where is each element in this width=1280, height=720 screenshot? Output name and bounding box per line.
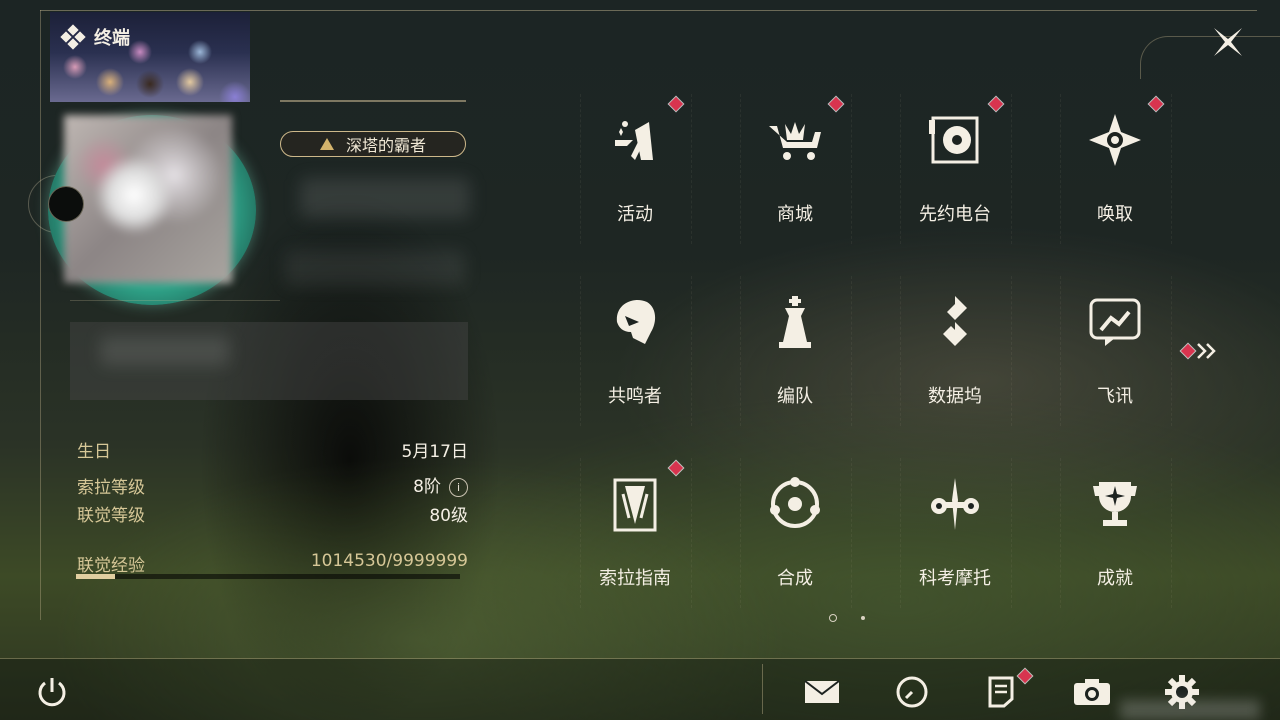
menu-item-radio[interactable]: 先约电台: [900, 94, 1012, 244]
player-uid-blurred: [285, 250, 465, 286]
menu-item-achievement[interactable]: 成就: [1060, 458, 1172, 608]
achievement-icon: [1085, 474, 1145, 534]
close-button[interactable]: [1208, 22, 1248, 62]
menu-item-message[interactable]: 飞讯: [1060, 276, 1172, 426]
menu-item-activity[interactable]: 活动: [580, 94, 692, 244]
signature-blurred: [100, 336, 230, 366]
page-indicator-1[interactable]: [829, 614, 837, 622]
clock-icon: [896, 676, 928, 708]
terminal-icon: [60, 24, 86, 50]
menu-item-motorbike[interactable]: 科考摩托: [900, 458, 1012, 608]
mail-icon: [804, 680, 840, 703]
birthday-value: 5月17日: [401, 442, 468, 462]
level-value: 80级: [429, 506, 468, 526]
player-name-blurred: [300, 178, 470, 218]
motorbike-icon: [925, 474, 985, 534]
frame-left-line: [40, 10, 41, 620]
close-icon: [1214, 28, 1242, 56]
shop-icon: [765, 110, 825, 170]
exp-value: 1014530/9999999: [310, 551, 468, 571]
menu-item-label: 商城: [777, 204, 813, 225]
rank-value: 8阶: [413, 477, 441, 497]
bottom-bar-separator: [762, 664, 763, 714]
menu-item-label: 科考摩托: [919, 568, 991, 589]
menu-item-resonator[interactable]: 共鸣者: [580, 276, 692, 426]
menu-item-label: 先约电台: [919, 204, 991, 225]
message-icon: [1085, 292, 1145, 352]
menu-item-synthesis[interactable]: 合成: [740, 458, 852, 608]
rank-row: 8阶 i: [300, 472, 468, 497]
menu-item-label: 飞讯: [1097, 386, 1133, 407]
events-button[interactable]: [892, 672, 932, 712]
menu-item-label: 成就: [1097, 568, 1133, 589]
next-page-badge: [1180, 343, 1196, 359]
convene-icon: [1085, 110, 1145, 170]
avatar-switch-button[interactable]: [48, 186, 84, 222]
next-page-button[interactable]: [1180, 338, 1220, 364]
camera-icon: [1074, 679, 1110, 705]
birthday-label: 生日: [77, 442, 111, 462]
menu-item-databank[interactable]: 数据坞: [900, 276, 1012, 426]
warning-triangle-icon: [319, 138, 334, 150]
menu-item-label: 唤取: [1097, 204, 1133, 225]
exp-progress-bar: [76, 574, 460, 579]
page-indicator-2[interactable]: [861, 616, 865, 620]
title-badge-text: 深塔的霸者: [345, 136, 426, 155]
databank-icon: [925, 292, 985, 352]
menu-item-label: 数据坞: [928, 386, 982, 407]
notice-button[interactable]: [982, 668, 1033, 712]
radio-icon: [925, 110, 985, 170]
frame-top-line: [40, 10, 1257, 11]
resonator-icon: [605, 292, 665, 352]
notice-icon: [988, 676, 1014, 708]
exp-progress-fill: [76, 574, 115, 579]
avatar[interactable]: [64, 115, 232, 283]
double-chevron-right-icon: [1197, 343, 1216, 359]
menu-item-label: 编队: [777, 386, 813, 407]
menu-item-label: 合成: [777, 568, 813, 589]
exp-label: 联觉经验: [77, 556, 145, 576]
guidebook-icon: [605, 474, 665, 534]
watermark-blur: [1120, 700, 1260, 720]
terminal-title-text: 终端: [94, 28, 130, 49]
name-divider: [280, 100, 466, 102]
menu-item-shop[interactable]: 商城: [740, 94, 852, 244]
menu-item-convene[interactable]: 唤取: [1060, 94, 1172, 244]
bottom-divider: [0, 658, 1280, 659]
power-icon: [38, 678, 66, 707]
mail-button[interactable]: [802, 672, 842, 712]
menu-item-label: 活动: [617, 204, 653, 225]
level-label: 联觉等级: [77, 506, 145, 526]
menu-item-guidebook[interactable]: 索拉指南: [580, 458, 692, 608]
synthesis-icon: [765, 474, 825, 534]
team-icon: [765, 292, 825, 352]
profile-divider: [70, 300, 280, 301]
menu-item-label: 共鸣者: [608, 386, 662, 407]
activity-icon: [605, 110, 665, 170]
title-badge[interactable]: 深塔的霸者: [280, 131, 466, 157]
info-icon[interactable]: i: [449, 477, 468, 497]
menu-item-label: 索拉指南: [599, 568, 671, 589]
rank-label: 索拉等级: [77, 478, 145, 498]
page-title: 终端: [60, 24, 130, 50]
menu-item-team[interactable]: 编队: [740, 276, 852, 426]
camera-button[interactable]: [1072, 672, 1112, 712]
power-button[interactable]: [32, 672, 72, 712]
